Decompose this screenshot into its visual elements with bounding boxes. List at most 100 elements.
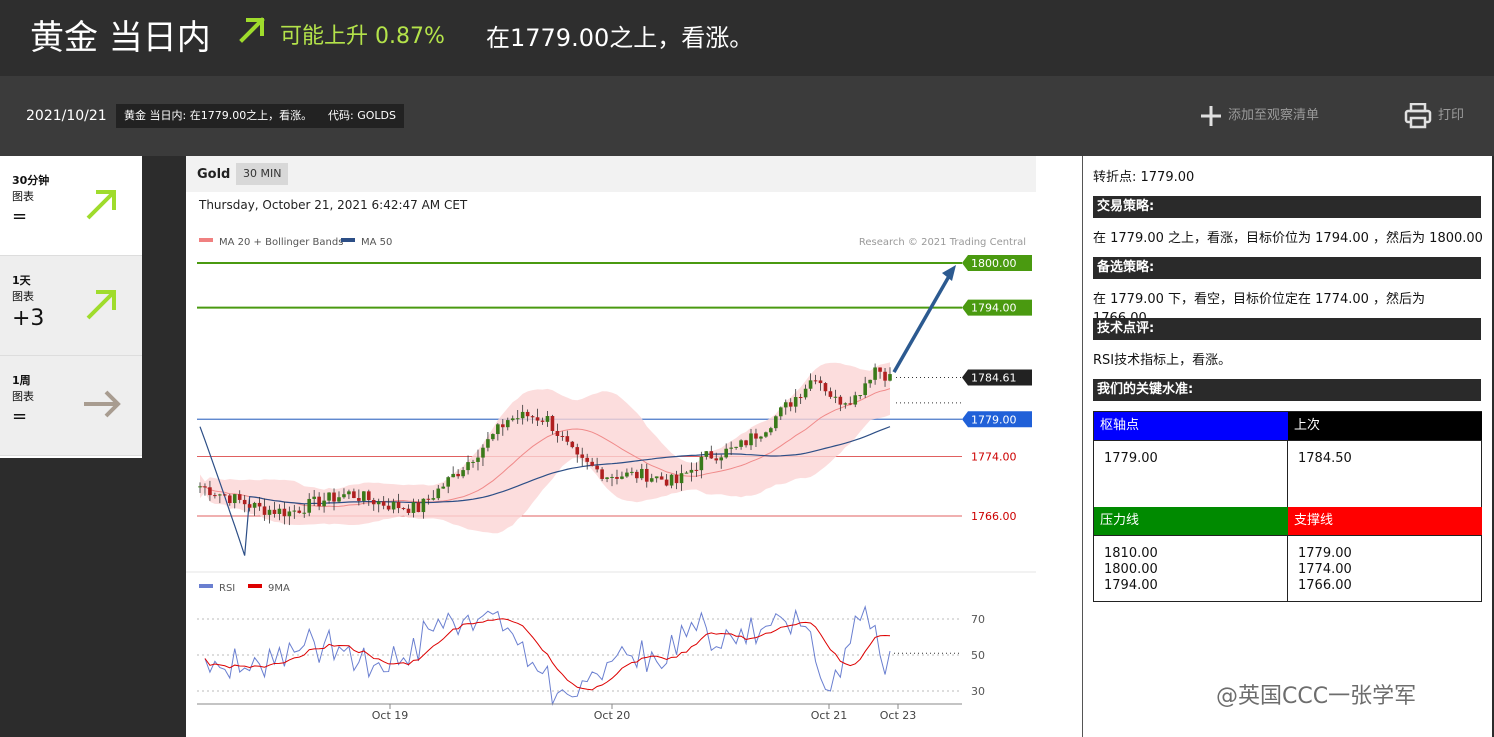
chart-margin [1036, 156, 1082, 737]
pivot-point-text: 转折点: 1779.00 [1093, 170, 1195, 185]
candle-body [684, 472, 689, 474]
candle-body [391, 501, 396, 510]
candle-body [565, 436, 570, 442]
pivot-cell: 枢轴点 1779.00 [1094, 412, 1288, 507]
candle-body [709, 451, 714, 459]
timeframe-panel: 30分钟 图表 = 1天 图表 +3 1周 图表 = [0, 156, 142, 458]
timeframe-item-1day[interactable]: 1天 图表 +3 [0, 256, 142, 356]
trend-text: 可能上升 0.87% [280, 24, 445, 49]
rsi-level-label: 50 [971, 649, 985, 662]
candle-body [362, 491, 366, 501]
candle-body [223, 494, 227, 496]
timeframe-label: 1天 [12, 274, 31, 287]
candle-body [520, 411, 525, 419]
candle-body [828, 391, 833, 397]
candle-body [803, 388, 808, 398]
candle-body [843, 403, 848, 405]
candle-body [858, 395, 863, 397]
candle-body [679, 473, 684, 484]
legend-swatch-ma20 [199, 238, 213, 242]
legend-swatch-rsi [199, 584, 213, 588]
rsi-ma-line [204, 618, 891, 691]
candle-body [203, 486, 207, 488]
candle-body [560, 435, 565, 437]
support-value: 1774.00 [1298, 562, 1352, 577]
printer-icon [1404, 103, 1432, 129]
rsi-level-label: 30 [971, 685, 985, 698]
candle-body [848, 403, 853, 405]
x-tick-label: Oct 19 [372, 709, 409, 722]
candle-body [620, 476, 624, 479]
candle-body [297, 510, 302, 513]
legend-ma20: MA 20 + Bollinger Bands [219, 237, 343, 248]
candle-body [471, 461, 475, 463]
timeframe-item-30min[interactable]: 30分钟 图表 = [0, 156, 142, 256]
timeframe-sub: 图表 [12, 190, 34, 203]
candle-body [272, 509, 277, 514]
candle-body [625, 472, 629, 477]
candle-body [724, 448, 728, 458]
candle-body [739, 440, 743, 447]
candle-body [431, 498, 436, 500]
candle-body [654, 476, 659, 479]
candle-body [813, 380, 818, 382]
candle-body [853, 395, 858, 405]
price-tag-label: 1766.00 [971, 510, 1017, 523]
resistance-cell: 压力线 1810.00 1800.00 1794.00 [1094, 507, 1288, 601]
plus-icon [1201, 106, 1221, 126]
resistance-values: 1810.00 1800.00 1794.00 [1094, 535, 1288, 601]
rsi-level-label: 70 [971, 613, 985, 626]
price-tag-label: 1774.00 [971, 450, 1017, 463]
candle-body [491, 434, 495, 440]
candle-body [639, 468, 644, 479]
support-value: 1766.00 [1298, 578, 1352, 593]
price-chart: Gold 30 MIN Thursday, October 21, 2021 6… [186, 156, 1036, 737]
candle-body [366, 491, 371, 500]
candle-body [262, 506, 267, 515]
candle-body [704, 451, 709, 457]
candle-body [783, 402, 788, 408]
summary-tag: 黄金 当日内: 在1779.00之上，看涨。 [116, 104, 321, 128]
candle-body [282, 508, 287, 517]
symbol-tag: 代码: GOLDS [320, 104, 404, 128]
candle-body [545, 416, 550, 422]
support-values: 1779.00 1774.00 1766.00 [1288, 535, 1482, 601]
candle-body [664, 479, 669, 486]
candle-body [213, 495, 217, 497]
candle-body [247, 504, 252, 508]
candle-body [833, 396, 838, 398]
resistance-value: 1794.00 [1104, 578, 1158, 593]
timeframe-value: +3 [12, 306, 45, 331]
candle-body [496, 424, 500, 435]
pivot-label: 枢轴点 [1094, 412, 1288, 440]
candle-body [292, 510, 297, 512]
candle-body [744, 440, 748, 446]
candle-body [352, 491, 356, 499]
candle-body [208, 487, 212, 496]
chart-timestamp: Thursday, October 21, 2021 6:42:47 AM CE… [198, 198, 468, 212]
candle-body [332, 492, 336, 502]
timeframe-sub: 图表 [12, 290, 34, 303]
candle-body [287, 511, 292, 517]
candle-body [446, 477, 451, 487]
candle-body [456, 473, 460, 477]
candle-body [505, 420, 510, 428]
chart-timeframe[interactable]: 30 MIN [236, 163, 289, 185]
add-watchlist-button[interactable]: 添加至观察清单 [1200, 104, 1319, 128]
candle-body [615, 476, 619, 479]
timeframe-item-1week[interactable]: 1周 图表 = [0, 356, 142, 456]
page-title: 黄金 当日内 [30, 18, 211, 58]
watermark: @英国CCC一张学军 [1216, 684, 1417, 709]
candle-body [381, 501, 386, 506]
print-button[interactable]: 打印 [1404, 103, 1464, 129]
candle-body [729, 447, 733, 449]
candle-body [699, 456, 704, 471]
candle-body [322, 500, 326, 507]
candle-body [436, 488, 441, 499]
candle-body [719, 457, 724, 461]
candle-body [550, 416, 555, 432]
candle-body [659, 476, 664, 480]
candle-body [317, 496, 321, 507]
candle-body [759, 436, 763, 439]
price-tag-label: 1779.00 [971, 413, 1017, 426]
